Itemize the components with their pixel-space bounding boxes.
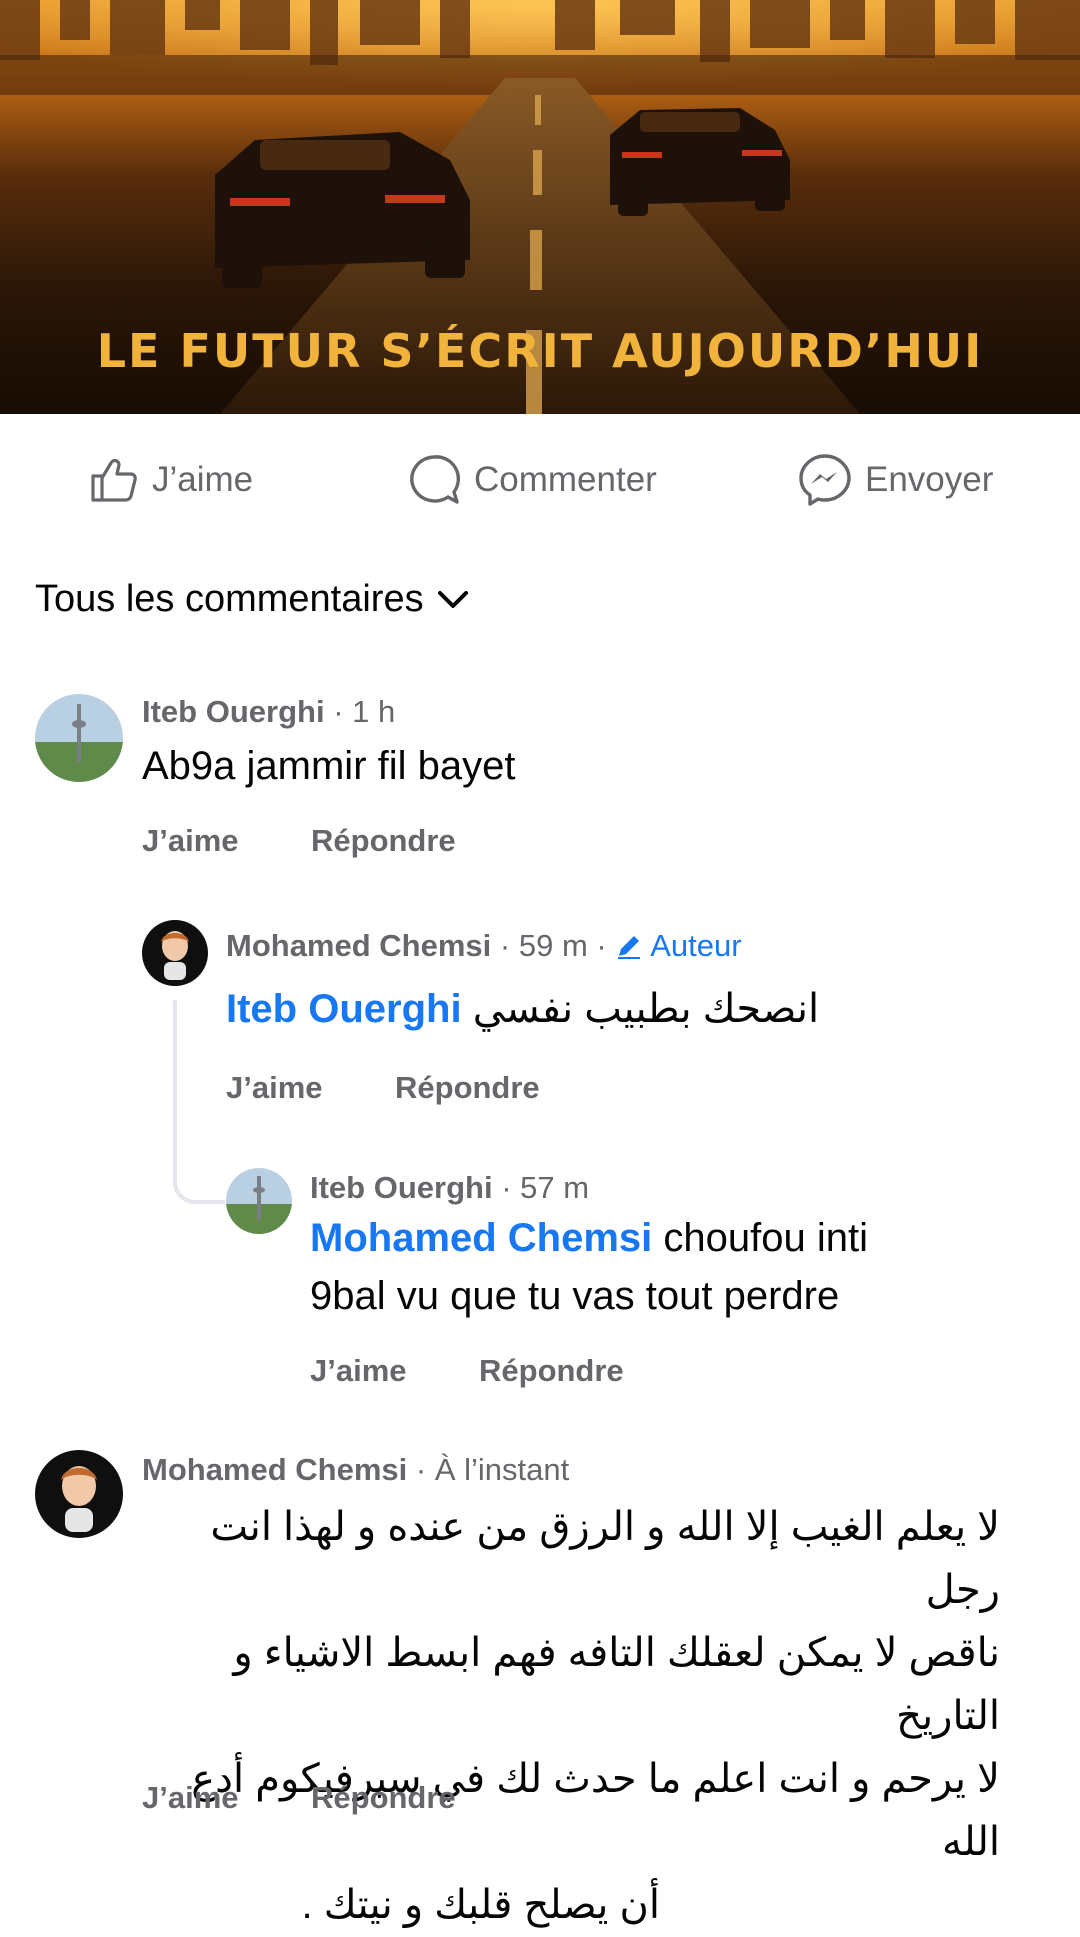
comment-meta: Mohamed Chemsi · À l’instant <box>142 1452 570 1487</box>
comment-button[interactable]: Commenter <box>406 452 657 508</box>
avatar[interactable] <box>35 1450 123 1538</box>
thread-connector <box>173 1000 225 1204</box>
reply-time[interactable]: 59 m <box>519 928 588 963</box>
comment-reply-link[interactable]: Répondre <box>311 1780 456 1816</box>
like-button-label: J’aime <box>152 460 254 499</box>
like-icon <box>91 458 137 502</box>
avatar[interactable] <box>35 694 123 782</box>
reply-text-line: 9bal vu que tu vas tout perdre <box>310 1274 840 1318</box>
comments-filter-dropdown[interactable]: Tous les commentaires <box>35 578 470 621</box>
comment-button-label: Commenter <box>474 460 657 499</box>
mention-link[interactable]: Iteb Ouerghi <box>226 987 462 1031</box>
post-action-bar: J’aime Commenter Envoyer <box>0 452 1080 508</box>
comment-time[interactable]: À l’instant <box>435 1452 569 1487</box>
comment-text: Ab9a jammir fil bayet <box>142 744 516 788</box>
chevron-down-icon <box>437 590 468 608</box>
comment-like-link[interactable]: J’aime <box>142 1780 239 1816</box>
send-button[interactable]: Envoyer <box>797 452 993 508</box>
reply-meta: Iteb Ouerghi · 57 m <box>310 1170 590 1205</box>
post-image-caption: LE FUTUR S’ÉCRIT AUJOURD’HUI <box>96 324 984 378</box>
reply-reply-link[interactable]: Répondre <box>395 1070 540 1106</box>
like-button[interactable]: J’aime <box>88 452 253 508</box>
reply-time[interactable]: 57 m <box>520 1170 589 1205</box>
author-badge-label: Auteur <box>650 928 742 963</box>
comment-author[interactable]: Iteb Ouerghi <box>142 694 325 729</box>
mention-link[interactable]: Mohamed Chemsi <box>310 1216 652 1260</box>
reply-author[interactable]: Mohamed Chemsi <box>226 928 491 963</box>
comment-meta: Iteb Ouerghi · 1 h <box>142 694 396 729</box>
reply-like-link[interactable]: J’aime <box>310 1353 407 1389</box>
reply-reply-link[interactable]: Répondre <box>479 1353 624 1389</box>
send-button-label: Envoyer <box>865 460 994 499</box>
reply-text: Iteb Ouerghi انصحك بطبيب نفسي <box>226 980 819 1038</box>
pencil-icon <box>618 936 641 959</box>
reply-author[interactable]: Iteb Ouerghi <box>310 1170 493 1205</box>
comment-time[interactable]: 1 h <box>352 694 395 729</box>
post-image[interactable]: LE FUTUR S’ÉCRIT AUJOURD’HUI <box>0 0 1080 414</box>
avatar[interactable] <box>226 1168 292 1234</box>
comment-text-line: لا يرحم و انت اعلم ما حدث لك في سيرفيكوم… <box>191 1757 1000 1864</box>
reply-text-line: choufou inti <box>663 1216 869 1260</box>
reply-like-link[interactable]: J’aime <box>226 1070 323 1106</box>
messenger-icon <box>799 454 851 506</box>
reply-text-body: انصحك بطبيب نفسي <box>472 987 820 1031</box>
comment-icon <box>410 455 461 504</box>
reply-meta: Mohamed Chemsi · 59 m · Auteur <box>226 928 742 963</box>
comment-author[interactable]: Mohamed Chemsi <box>142 1452 407 1487</box>
comment-text: لا يعلم الغيب إلا الله و الرزق من عنده و… <box>142 1496 1000 1937</box>
author-badge: Auteur <box>615 928 742 963</box>
comment-text-line: لا يعلم الغيب إلا الله و الرزق من عنده و… <box>210 1505 1000 1612</box>
comment-like-link[interactable]: J’aime <box>142 823 239 859</box>
avatar[interactable] <box>142 920 208 986</box>
comments-filter-label: Tous les commentaires <box>35 578 424 620</box>
comment-text-line: أن يصلح قلبك و نيتك . <box>301 1883 661 1927</box>
reply-text: Mohamed Chemsi choufou inti 9bal vu que … <box>310 1209 1010 1325</box>
comment-reply-link[interactable]: Répondre <box>311 823 456 859</box>
comment-text-line: ناقص لا يمكن لعقلك التافه فهم ابسط الاشي… <box>233 1631 1000 1738</box>
